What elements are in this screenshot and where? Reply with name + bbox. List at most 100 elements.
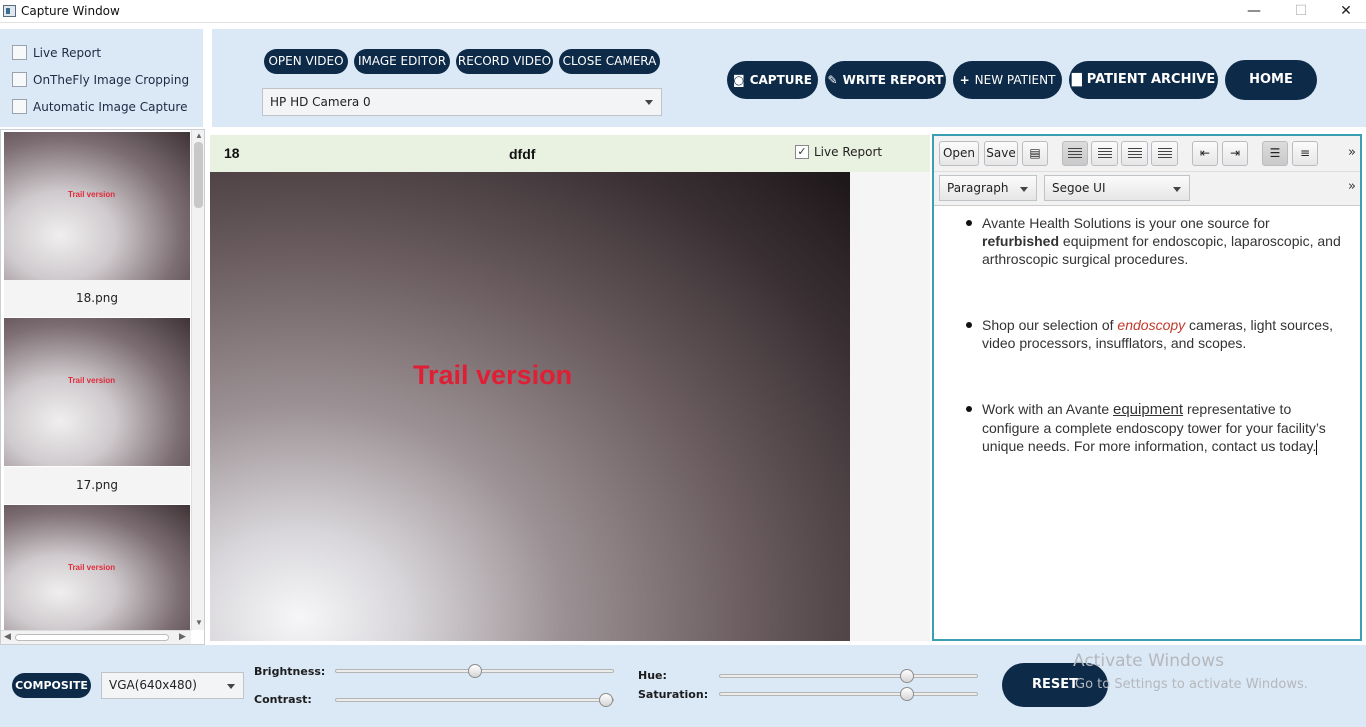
auto-capture-option[interactable]: Automatic Image Capture: [12, 99, 187, 114]
record-video-button[interactable]: RECORD VIDEO: [456, 49, 553, 74]
report-editor[interactable]: Open Save ▤ ⇤ ⇥ ☰ ≡ » Paragraph Segoe UI…: [932, 134, 1362, 641]
maximize-button[interactable]: ☐: [1278, 0, 1324, 23]
align-justify-icon[interactable]: [1151, 141, 1178, 166]
minimize-button[interactable]: —: [1231, 0, 1277, 23]
outdent-icon[interactable]: ⇤: [1192, 141, 1218, 166]
bullet-item: Shop our selection of endoscopy cameras,…: [964, 316, 1350, 352]
more-format-icon[interactable]: »: [1348, 179, 1356, 194]
thumbnail-label[interactable]: 18.png: [4, 280, 190, 317]
camera-icon: ◙: [733, 73, 745, 87]
contrast-slider[interactable]: [335, 693, 614, 707]
window-title: Capture Window: [21, 4, 120, 18]
contrast-slider-knob[interactable]: [599, 693, 613, 707]
camera-device-value: HP HD Camera 0: [270, 95, 371, 109]
chevron-down-icon: [227, 684, 235, 689]
write-report-button[interactable]: ✎ WRITE REPORT: [825, 61, 946, 99]
hue-slider[interactable]: [719, 669, 978, 683]
auto-capture-checkbox[interactable]: [12, 99, 27, 114]
scrollbar-thumb[interactable]: [15, 634, 169, 641]
brightness-slider[interactable]: [335, 664, 614, 678]
options-panel: Live Report OnTheFly Image Cropping Auto…: [0, 29, 203, 127]
saturation-slider[interactable]: [719, 687, 978, 701]
more-tools-icon[interactable]: »: [1348, 145, 1356, 160]
onthefly-cropping-checkbox[interactable]: [12, 72, 27, 87]
camera-panel: OPEN VIDEO IMAGE EDITOR RECORD VIDEO CLO…: [212, 29, 712, 127]
open-video-button[interactable]: OPEN VIDEO: [264, 49, 348, 74]
paragraph-style-select[interactable]: Paragraph: [939, 175, 1037, 201]
patient-name: dfdf: [509, 146, 536, 162]
resolution-select[interactable]: VGA(640x480): [101, 672, 244, 699]
indent-icon[interactable]: ⇥: [1222, 141, 1248, 166]
chevron-down-icon: [1020, 187, 1028, 192]
app-icon: [3, 5, 16, 17]
folder-icon: ▇: [1071, 72, 1082, 87]
composite-button[interactable]: COMPOSITE: [12, 673, 91, 698]
auto-capture-label: Automatic Image Capture: [33, 99, 188, 114]
scroll-up-icon[interactable]: ▲: [195, 131, 203, 140]
activate-windows-title: Activate Windows: [1073, 651, 1224, 671]
save-button[interactable]: Save: [984, 141, 1018, 166]
camera-device-select[interactable]: HP HD Camera 0: [262, 88, 662, 116]
close-camera-button[interactable]: CLOSE CAMERA: [559, 49, 660, 74]
preview-live-report-toggle[interactable]: ✓ Live Report: [795, 145, 882, 159]
thumbnail-image[interactable]: Trail version: [4, 132, 190, 280]
chevron-down-icon: [1173, 187, 1181, 192]
hue-slider-knob[interactable]: [900, 669, 914, 683]
saturation-slider-knob[interactable]: [900, 687, 914, 701]
thumbnail-label[interactable]: 17.png: [4, 467, 190, 504]
bullet-list-icon[interactable]: ☰: [1262, 141, 1288, 166]
live-report-label: Live Report: [33, 45, 102, 60]
capture-button[interactable]: ◙ CAPTURE: [727, 61, 818, 99]
onthefly-cropping-option[interactable]: OnTheFly Image Cropping: [12, 72, 189, 87]
thumbnail-image[interactable]: Trail version: [4, 505, 190, 630]
font-family-select[interactable]: Segoe UI: [1044, 175, 1190, 201]
saturation-label: Saturation:: [638, 688, 709, 701]
align-right-icon[interactable]: [1121, 141, 1148, 166]
thumbnail-watermark: Trail version: [68, 190, 116, 199]
contrast-label: Contrast:: [254, 693, 312, 706]
action-panel: ◙ CAPTURE ✎ WRITE REPORT + NEW PATIENT ▇ PAT…: [712, 29, 1366, 127]
image-editor-button[interactable]: IMAGE EDITOR: [354, 49, 450, 74]
align-left-icon[interactable]: [1062, 141, 1088, 166]
thumbnail-image[interactable]: Trail version: [4, 318, 190, 466]
text-caret: [1316, 439, 1318, 455]
align-center-icon[interactable]: [1091, 141, 1118, 166]
brightness-label: Brightness:: [254, 665, 326, 678]
activate-windows-subtitle: Go to Settings to activate Windows.: [1075, 677, 1308, 692]
preview-margin: [850, 172, 930, 641]
editor-format-toolbar: Paragraph Segoe UI »: [934, 172, 1360, 206]
live-report-checkbox[interactable]: [12, 45, 27, 60]
image-number: 18: [224, 145, 240, 161]
editor-toolbar: Open Save ▤ ⇤ ⇥ ☰ ≡ »: [934, 136, 1360, 172]
title-bar: Capture Window — ☐ ✕: [0, 0, 1366, 23]
scroll-left-icon[interactable]: ◀: [4, 631, 11, 642]
thumbnail-list[interactable]: Trail version 18.png Trail version 17.pn…: [0, 129, 205, 645]
bullet-item: Avante Health Solutions is your one sour…: [964, 214, 1350, 268]
report-document[interactable]: Avante Health Solutions is your one sour…: [934, 206, 1360, 503]
numbered-list-icon[interactable]: ≡: [1292, 141, 1318, 166]
home-button[interactable]: HOME: [1225, 60, 1317, 100]
paste-icon[interactable]: ▤: [1022, 141, 1048, 166]
preview-panel: 18 dfdf ✓ Live Report Trail version: [210, 135, 930, 641]
patient-archive-button[interactable]: ▇ PATIENT ARCHIVE: [1069, 61, 1218, 99]
plus-icon: +: [959, 73, 970, 87]
pencil-icon: ✎: [827, 73, 838, 87]
chevron-down-icon: [645, 100, 653, 105]
open-button[interactable]: Open: [939, 141, 979, 166]
close-window-button[interactable]: ✕: [1323, 0, 1366, 23]
scrollbar-thumb[interactable]: [194, 142, 203, 208]
scroll-right-icon[interactable]: ▶: [179, 631, 186, 642]
preview-watermark: Trail version: [413, 360, 573, 390]
thumbnail-watermark: Trail version: [68, 376, 116, 385]
onthefly-cropping-label: OnTheFly Image Cropping: [33, 72, 190, 87]
camera-preview[interactable]: Trail version: [210, 172, 850, 641]
thumbnail-horizontal-scrollbar[interactable]: ◀ ▶: [1, 630, 191, 644]
scroll-down-icon[interactable]: ▼: [195, 618, 203, 627]
new-patient-button[interactable]: + NEW PATIENT: [953, 61, 1062, 99]
preview-live-report-label: Live Report: [814, 145, 883, 159]
thumbnail-vertical-scrollbar[interactable]: ▲ ▼: [191, 130, 204, 630]
brightness-slider-knob[interactable]: [468, 664, 482, 678]
live-report-option[interactable]: Live Report: [12, 45, 101, 60]
thumbnail-watermark: Trail version: [68, 563, 116, 572]
check-icon[interactable]: ✓: [795, 145, 809, 159]
